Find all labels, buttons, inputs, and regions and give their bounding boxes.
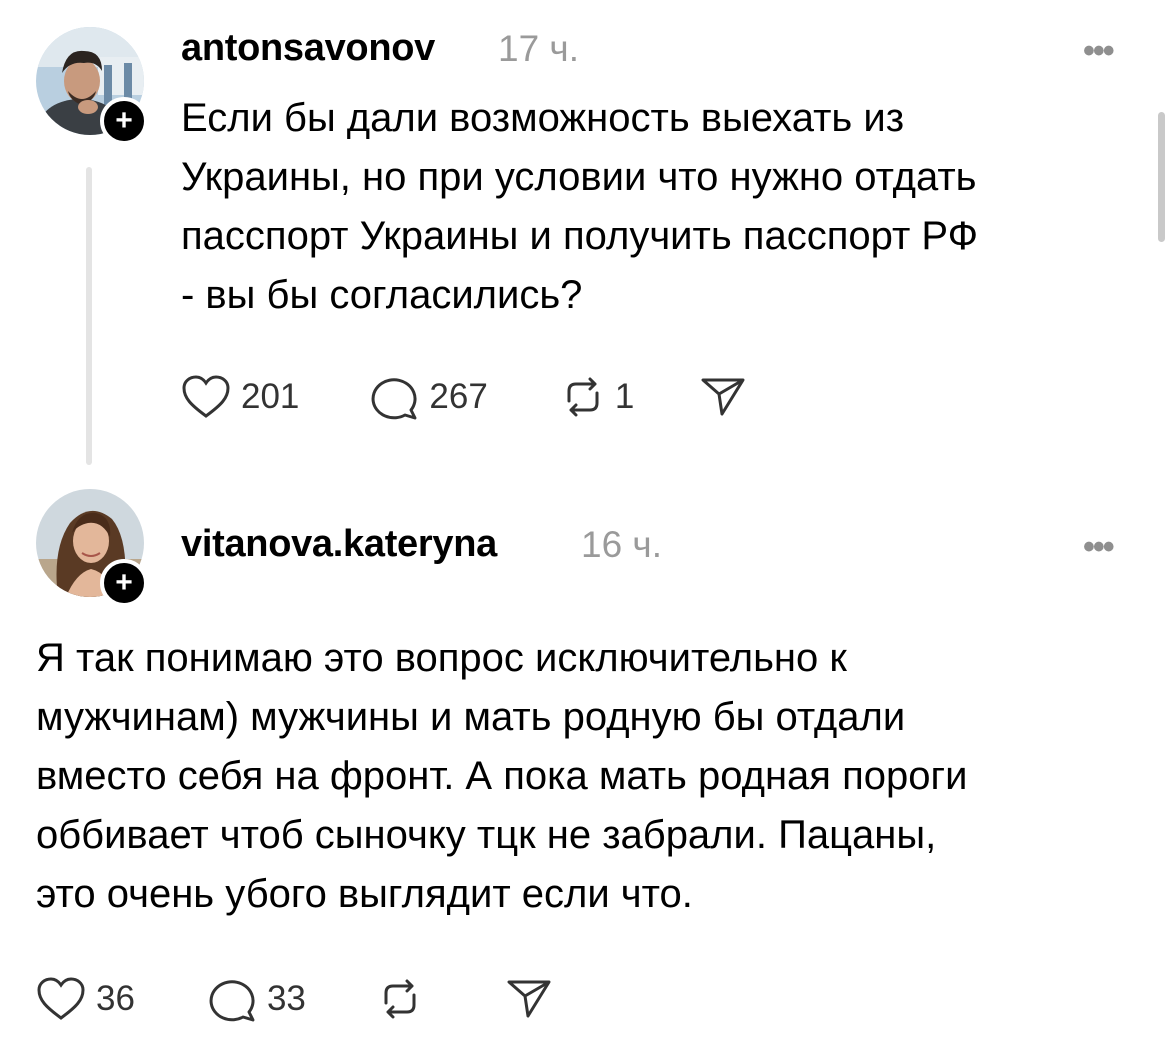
avatar-container[interactable]: + [36,489,148,607]
send-icon [700,376,746,418]
share-button[interactable] [700,376,746,418]
more-options-button[interactable]: ••• [1083,32,1115,71]
reply-button[interactable]: 33 [207,976,306,1022]
reply-button[interactable]: 267 [369,374,488,420]
reply-count: 33 [266,979,306,1018]
like-count: 201 [241,377,300,416]
avatar-container[interactable]: + [36,27,148,145]
like-button[interactable]: 201 [181,375,299,419]
post-text: Я так понимаю это вопрос исключительно к… [36,636,968,916]
repost-button[interactable]: 1 [561,375,634,419]
repost-icon [378,977,422,1021]
send-icon [506,978,552,1020]
post-text: Если бы дали возможность выехать из Укра… [181,96,979,317]
like-count: 36 [96,979,135,1018]
like-button[interactable]: 36 [36,977,135,1021]
heart-icon [36,977,86,1021]
reply-count: 267 [429,377,488,416]
timestamp: 16 ч. [581,524,662,565]
username[interactable]: antonsavonov [181,27,435,70]
repost-button[interactable] [378,977,422,1021]
username[interactable]: vitanova.kateryna [181,523,497,566]
thread-line [86,167,92,465]
repost-count: 1 [614,377,635,416]
repost-icon [561,375,605,419]
comment-bubble-icon [369,374,419,420]
post-antonsavonov: + antonsavonov 17 ч. ••• Если бы дали во… [0,0,1169,470]
action-bar: 201 267 1 [181,374,746,420]
more-options-button[interactable]: ••• [1083,528,1115,567]
action-bar: 36 33 [36,976,552,1022]
timestamp: 17 ч. [498,28,579,69]
comment-bubble-icon [207,976,257,1022]
follow-button[interactable]: + [100,559,148,607]
follow-button[interactable]: + [100,97,148,145]
share-button[interactable] [506,978,552,1020]
heart-icon [181,375,231,419]
